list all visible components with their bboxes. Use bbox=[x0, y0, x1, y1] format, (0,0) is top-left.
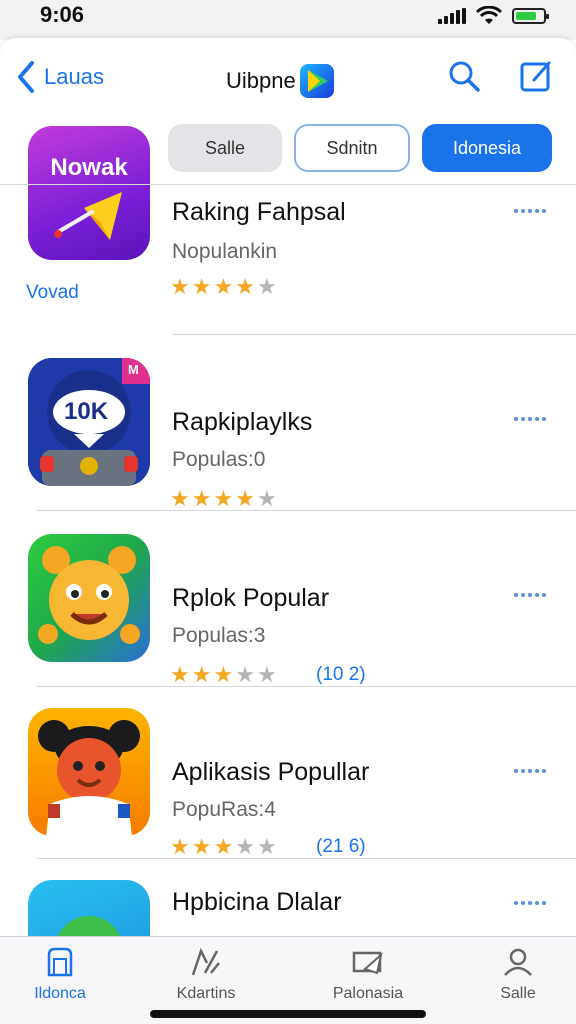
green-blob-icon bbox=[57, 916, 121, 938]
app-subtitle: PopuRas:4 bbox=[172, 798, 276, 821]
app-icon-text: 10K bbox=[64, 398, 109, 425]
tab-palonasia[interactable]: Palonasia bbox=[308, 945, 428, 1003]
more-options-button[interactable] bbox=[514, 898, 554, 908]
cellular-signal-icon bbox=[438, 8, 466, 24]
navigation-bar: Lauas Uibpne bbox=[0, 38, 576, 118]
featured-app-icon-text: Nowak bbox=[50, 154, 128, 181]
star-empty-icon: ★ bbox=[256, 662, 277, 687]
home-indicator[interactable] bbox=[150, 1010, 426, 1018]
star-empty-icon: ★ bbox=[256, 274, 277, 299]
search-icon[interactable] bbox=[446, 58, 482, 94]
store-logo-icon bbox=[299, 64, 334, 98]
app-subtitle: Populas:0 bbox=[172, 448, 266, 471]
app-sheet: Lauas Uibpne Nowak Vovad Salle Sdnitn Id… bbox=[0, 38, 576, 1024]
filter-chips: Salle Sdnitn Idonesia bbox=[168, 124, 552, 172]
app-icon: 10K M bbox=[28, 358, 150, 486]
star-rating: ★ ★ ★ ★ ★ bbox=[170, 662, 277, 688]
compose-icon[interactable] bbox=[518, 58, 554, 94]
tab-label: Kdartins bbox=[176, 985, 236, 1002]
star-filled-icon: ★ bbox=[191, 274, 212, 299]
star-rating: ★ ★ ★ ★ ★ bbox=[170, 274, 277, 300]
list-item[interactable]: 10K M Rapkiplaylks Populas:0 ★ ★ ★ ★ ★ bbox=[0, 334, 576, 512]
tab-label: Ildonca bbox=[34, 985, 86, 1002]
star-filled-icon: ★ bbox=[235, 274, 255, 299]
star-filled-icon: ★ bbox=[170, 834, 190, 859]
more-options-button[interactable] bbox=[514, 590, 554, 600]
tab-kdartins[interactable]: Kdartins bbox=[146, 945, 266, 1003]
star-filled-icon: ★ bbox=[191, 486, 212, 511]
chip-sdnitn[interactable]: Sdnitn bbox=[294, 124, 410, 172]
app-subtitle: Nopulankin bbox=[172, 240, 278, 263]
nav-actions bbox=[446, 58, 554, 94]
star-empty-icon: ★ bbox=[256, 834, 277, 859]
star-empty-icon: ★ bbox=[235, 662, 255, 687]
star-filled-icon: ★ bbox=[213, 486, 234, 511]
star-rating: ★ ★ ★ ★ ★ bbox=[170, 486, 277, 512]
app-icon-badge: M bbox=[128, 362, 139, 377]
wifi-icon bbox=[476, 6, 502, 24]
star-empty-icon: ★ bbox=[235, 834, 255, 859]
today-icon bbox=[47, 947, 73, 977]
star-filled-icon: ★ bbox=[170, 274, 190, 299]
list-item[interactable]: Raking Fahpsal Nopulankin ★ ★ ★ ★ ★ bbox=[0, 184, 576, 334]
monkey-mascot-icon bbox=[28, 708, 150, 836]
more-options-button[interactable] bbox=[514, 206, 554, 216]
page-title-text: Uibpne bbox=[226, 68, 296, 93]
chip-idonesia[interactable]: Idonesia bbox=[422, 124, 552, 172]
star-filled-icon: ★ bbox=[170, 486, 190, 511]
tab-ildonca[interactable]: Ildonca bbox=[0, 945, 120, 1003]
back-label: Lauas bbox=[44, 64, 104, 89]
tab-label: Palonasia bbox=[332, 985, 404, 1002]
star-filled-icon: ★ bbox=[191, 834, 212, 859]
app-icon bbox=[28, 534, 150, 662]
rating-count: (21 6) bbox=[316, 836, 366, 857]
app-icon bbox=[28, 708, 150, 836]
star-filled-icon: ★ bbox=[213, 274, 234, 299]
list-item[interactable]: Hpbicina Dlalar bbox=[0, 858, 576, 938]
status-bar: 9:06 bbox=[0, 0, 576, 40]
star-filled-icon: ★ bbox=[213, 662, 234, 687]
app-icon bbox=[28, 880, 150, 938]
more-options-button[interactable] bbox=[514, 414, 554, 424]
chevron-left-icon bbox=[18, 61, 34, 93]
app-name: Hpbicina Dlalar bbox=[172, 888, 342, 916]
app-name: Aplikasis Popullar bbox=[172, 758, 370, 786]
status-time: 9:06 bbox=[40, 2, 85, 27]
app-name: Raking Fahpsal bbox=[172, 198, 346, 226]
battery-icon bbox=[512, 8, 549, 24]
star-filled-icon: ★ bbox=[170, 662, 190, 687]
bear-mascot-icon bbox=[28, 534, 150, 662]
tab-label: Salle bbox=[500, 985, 536, 1002]
page-title: Uibpne bbox=[226, 64, 334, 98]
star-rating: ★ ★ ★ ★ ★ bbox=[170, 834, 277, 860]
star-filled-icon: ★ bbox=[235, 486, 255, 511]
rating-count: (10 2) bbox=[316, 664, 366, 685]
games-icon bbox=[191, 947, 220, 976]
back-button[interactable]: Lauas bbox=[16, 60, 104, 94]
app-name: Rapkiplaylks bbox=[172, 408, 313, 436]
app-subtitle: Populas:3 bbox=[172, 624, 266, 647]
chip-salle[interactable]: Salle bbox=[168, 124, 282, 172]
star-filled-icon: ★ bbox=[213, 834, 234, 859]
more-options-button[interactable] bbox=[514, 766, 554, 776]
star-filled-icon: ★ bbox=[191, 662, 212, 687]
status-icons bbox=[438, 6, 549, 26]
list-item[interactable]: Aplikasis Popullar PopuRas:4 ★ ★ ★ ★ ★ (21 6… bbox=[0, 686, 576, 860]
list-item[interactable]: Rplok Popular Populas:3 ★ ★ ★ ★ ★ (10 2) bbox=[0, 510, 576, 688]
app-name: Rplok Popular bbox=[172, 584, 330, 612]
tab-salle[interactable]: Salle bbox=[458, 945, 576, 1003]
person-icon bbox=[504, 948, 532, 976]
apps-stack-icon bbox=[352, 951, 383, 975]
star-empty-icon: ★ bbox=[256, 486, 277, 511]
